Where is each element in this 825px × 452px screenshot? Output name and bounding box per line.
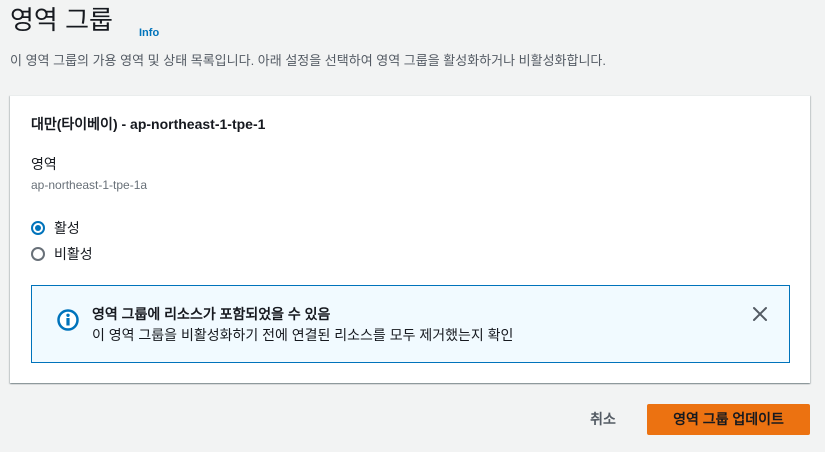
cancel-button[interactable]: 취소 [578, 404, 628, 435]
close-icon[interactable] [752, 306, 768, 322]
radio-disable-label[interactable]: 비활성 [54, 245, 93, 263]
page-description: 이 영역 그룹의 가용 영역 및 상태 목록입니다. 아래 설정을 선택하여 영… [10, 53, 606, 68]
card-title: 대만(타이베이) - ap-northeast-1-tpe-1 [31, 116, 266, 132]
info-alert: 영역 그룹에 리소스가 포함되었을 수 있음 이 영역 그룹을 비활성화하기 전… [31, 285, 790, 363]
zone-group-page: 영역 그룹 Info 이 영역 그룹의 가용 영역 및 상태 목록입니다. 아래… [0, 0, 825, 452]
page-title: 영역 그룹 [10, 5, 113, 35]
zone-group-card: 대만(타이베이) - ap-northeast-1-tpe-1 영역 ap-no… [10, 95, 810, 383]
radio-enable-label[interactable]: 활성 [54, 219, 80, 237]
alert-title: 영역 그룹에 리소스가 포함되었을 수 있음 [92, 306, 331, 322]
zone-label: 영역 [31, 156, 57, 172]
radio-enable[interactable]: 활성 [31, 218, 80, 238]
alert-message: 이 영역 그룹을 비활성화하기 전에 연결된 리소스를 모두 제거했는지 확인 [92, 327, 514, 343]
zone-value: ap-northeast-1-tpe-1a [31, 178, 148, 192]
update-zone-group-button[interactable]: 영역 그룹 업데이트 [647, 404, 810, 435]
radio-enable-control[interactable] [31, 221, 45, 235]
radio-disable-control[interactable] [31, 247, 45, 261]
info-icon [56, 308, 80, 332]
radio-disable[interactable]: 비활성 [31, 244, 93, 264]
info-link[interactable]: Info [139, 26, 159, 40]
